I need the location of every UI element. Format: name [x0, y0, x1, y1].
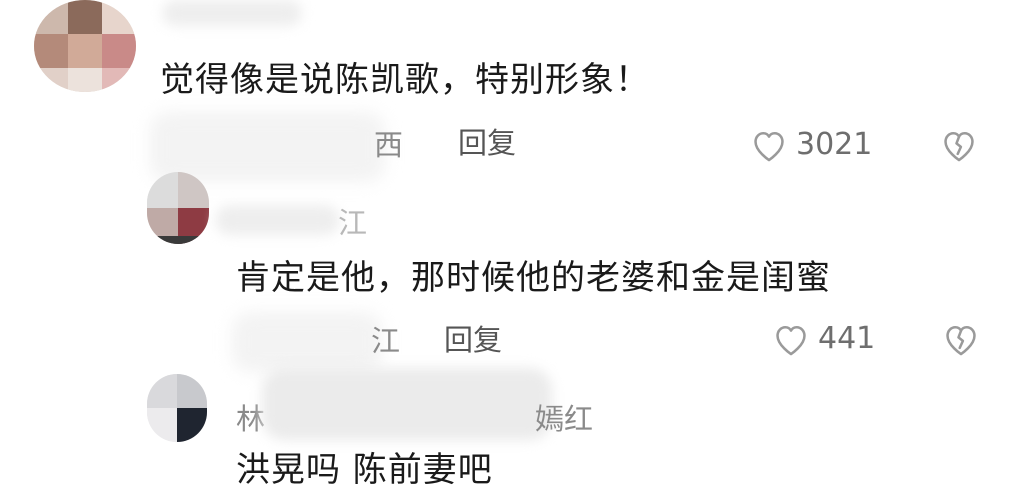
comment-text: 肯定是他，那时候他的老婆和金是闺蜜: [236, 258, 831, 298]
broken-heart-icon: [940, 127, 978, 163]
comment-text: 洪晃吗 陈前妻吧: [236, 450, 493, 490]
reply-button[interactable]: 回复: [444, 322, 502, 358]
username-redacted: [162, 0, 302, 26]
heart-icon: [750, 127, 788, 163]
like-count: 441: [818, 321, 876, 356]
comment-text: 觉得像是说陈凯歌，特别形象！: [160, 60, 650, 100]
broken-heart-icon: [942, 321, 980, 357]
comment-author: 林: [236, 402, 266, 436]
avatar[interactable]: [34, 0, 136, 92]
username-redacted: [262, 368, 552, 440]
heart-icon: [772, 321, 810, 357]
dislike-button[interactable]: [942, 321, 980, 357]
comment-meta: 西: [374, 128, 404, 162]
comment-author: 江: [338, 206, 368, 240]
avatar[interactable]: [147, 172, 209, 244]
like-count: 3021: [796, 127, 873, 162]
avatar[interactable]: [147, 374, 207, 442]
comment-meta: 江: [371, 324, 401, 358]
username-redacted: [215, 205, 340, 235]
comment-author-suffix: 嫣红: [535, 402, 594, 436]
meta-redacted: [232, 312, 382, 372]
reply-button[interactable]: 回复: [458, 125, 516, 161]
like-button[interactable]: 3021: [750, 127, 872, 163]
dislike-button[interactable]: [940, 127, 978, 163]
like-button[interactable]: 441: [772, 321, 875, 357]
